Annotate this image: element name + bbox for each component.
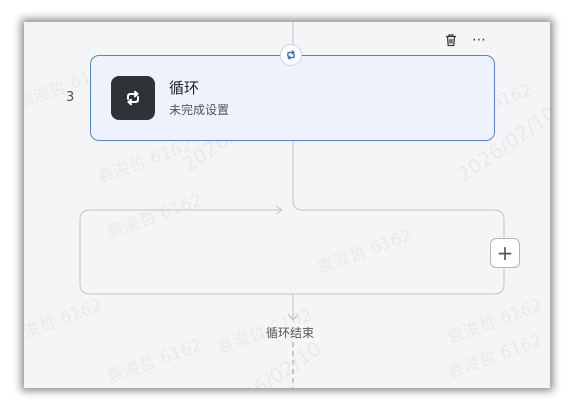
loop-icon: [111, 76, 155, 120]
plus-icon: +: [496, 241, 514, 265]
loop-node-card[interactable]: 循环 未完成设置: [90, 55, 495, 141]
workflow-canvas: 袁浚哲 6162 袁浚哲 6162 袁浚哲 6162 袁浚哲 6162 袁浚哲 …: [24, 22, 550, 388]
node-status: 未完成设置: [169, 103, 230, 117]
trash-icon[interactable]: [442, 31, 460, 49]
loop-end-label: 循环结束: [264, 324, 317, 341]
node-title: 循环: [169, 79, 200, 97]
add-step-button[interactable]: +: [490, 238, 520, 268]
step-number: 3: [66, 90, 75, 105]
loop-badge-icon: [280, 44, 302, 66]
more-icon[interactable]: ⋯: [470, 31, 488, 49]
